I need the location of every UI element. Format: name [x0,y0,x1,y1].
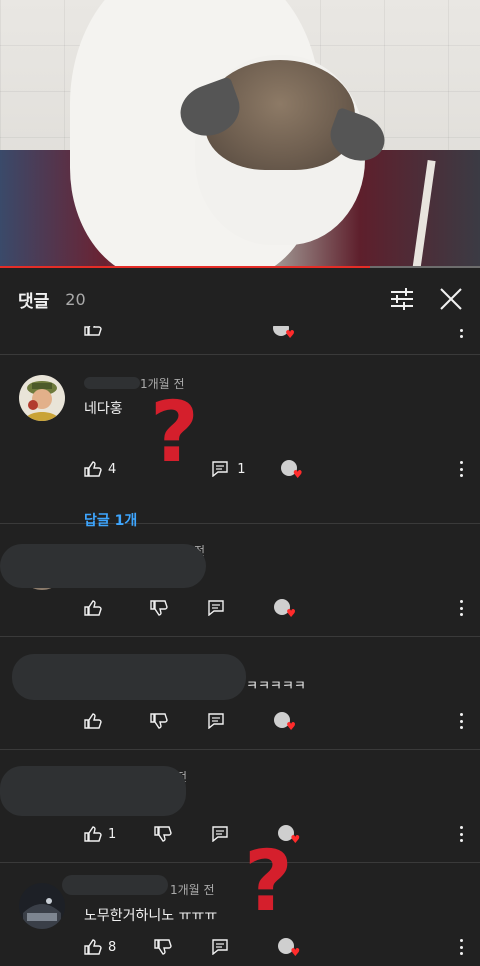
comments-count: 20 [65,289,86,309]
like-count: 8 [108,939,117,955]
more-options-icon[interactable] [458,824,464,844]
comment-item: 1개월 전 노무한거하니노 ㅠㅠㅠ 8 ♥ ? [0,839,480,966]
comment-item: 1개월 전 네다홍 4 1 ♥ 답글 1개 ? [0,355,480,529]
more-options-icon[interactable] [458,459,464,479]
more-options-icon[interactable] [458,326,464,340]
redacted-comment [0,544,206,588]
comments-title: 댓글 [18,291,50,312]
dislike-button[interactable] [154,826,172,842]
reply-button[interactable] [212,939,228,955]
question-mark-overlay: ? [150,383,199,481]
dislike-button[interactable] [150,713,168,729]
close-icon[interactable] [440,288,462,310]
like-button[interactable] [84,600,102,616]
comment-item-partial: ♥ [0,326,480,355]
like-count: 1 [108,826,117,842]
comment-actions [84,326,102,338]
video-progress-bar[interactable] [0,266,480,268]
more-options-icon[interactable] [458,598,464,618]
creator-heart-icon: ♥ [274,599,296,619]
comment-actions: 8 ♥ [84,937,300,958]
creator-heart-icon: ♥ [274,712,296,732]
like-count: 4 [108,461,117,477]
comment-text: 네다홍 [84,401,123,417]
more-options-icon[interactable] [458,711,464,731]
dislike-button[interactable] [154,939,172,955]
reply-button[interactable] [208,600,224,616]
dislike-button[interactable] [150,600,168,616]
like-button[interactable]: 1 [84,826,116,842]
comment-text: 노무한거하니노 ㅠㅠㅠ [84,908,218,924]
like-button[interactable]: 8 [84,939,116,955]
avatar[interactable] [19,375,65,421]
reply-button[interactable] [208,713,224,729]
creator-heart-icon: ♥ [280,460,303,480]
comment-item: 전 1 ♥ [0,750,480,863]
creator-heart-icon: ♥ [278,938,300,958]
comment-text: ㅋㅋㅋㅋㅋ [246,679,306,694]
redacted-author [62,875,168,895]
comments-header: 댓글 20 [0,270,480,328]
like-button[interactable]: 4 [84,461,116,477]
comment-item: 전 ♥ [0,524,480,637]
redacted-comment [12,654,246,700]
comment-item: ㅋㅋㅋㅋㅋ ♥ [0,637,480,750]
video-player[interactable] [0,0,480,268]
redacted-author [84,377,140,389]
like-button[interactable] [84,713,102,729]
question-mark-overlay: ? [244,832,293,930]
comment-actions: ♥ [84,598,296,619]
more-options-icon[interactable] [458,937,464,957]
comment-list[interactable]: ♥ 1개월 전 네다홍 4 1 ♥ 답글 1개 ? ♥ ㅋㅋㅋㅋㅋ ♥ 1 ♥ … [0,326,480,966]
sliders-icon[interactable] [390,288,414,310]
comment-actions: ♥ [84,711,296,732]
creator-heart-icon: ♥ [273,326,295,340]
reply-button[interactable]: 1 [212,461,246,477]
like-button[interactable] [84,326,102,336]
redacted-comment [0,766,186,816]
video-progress-fill [0,266,370,268]
reply-button[interactable] [212,826,228,842]
reply-count: 1 [237,461,246,477]
comment-time: 1개월 전 [170,883,215,897]
avatar[interactable] [19,883,65,929]
